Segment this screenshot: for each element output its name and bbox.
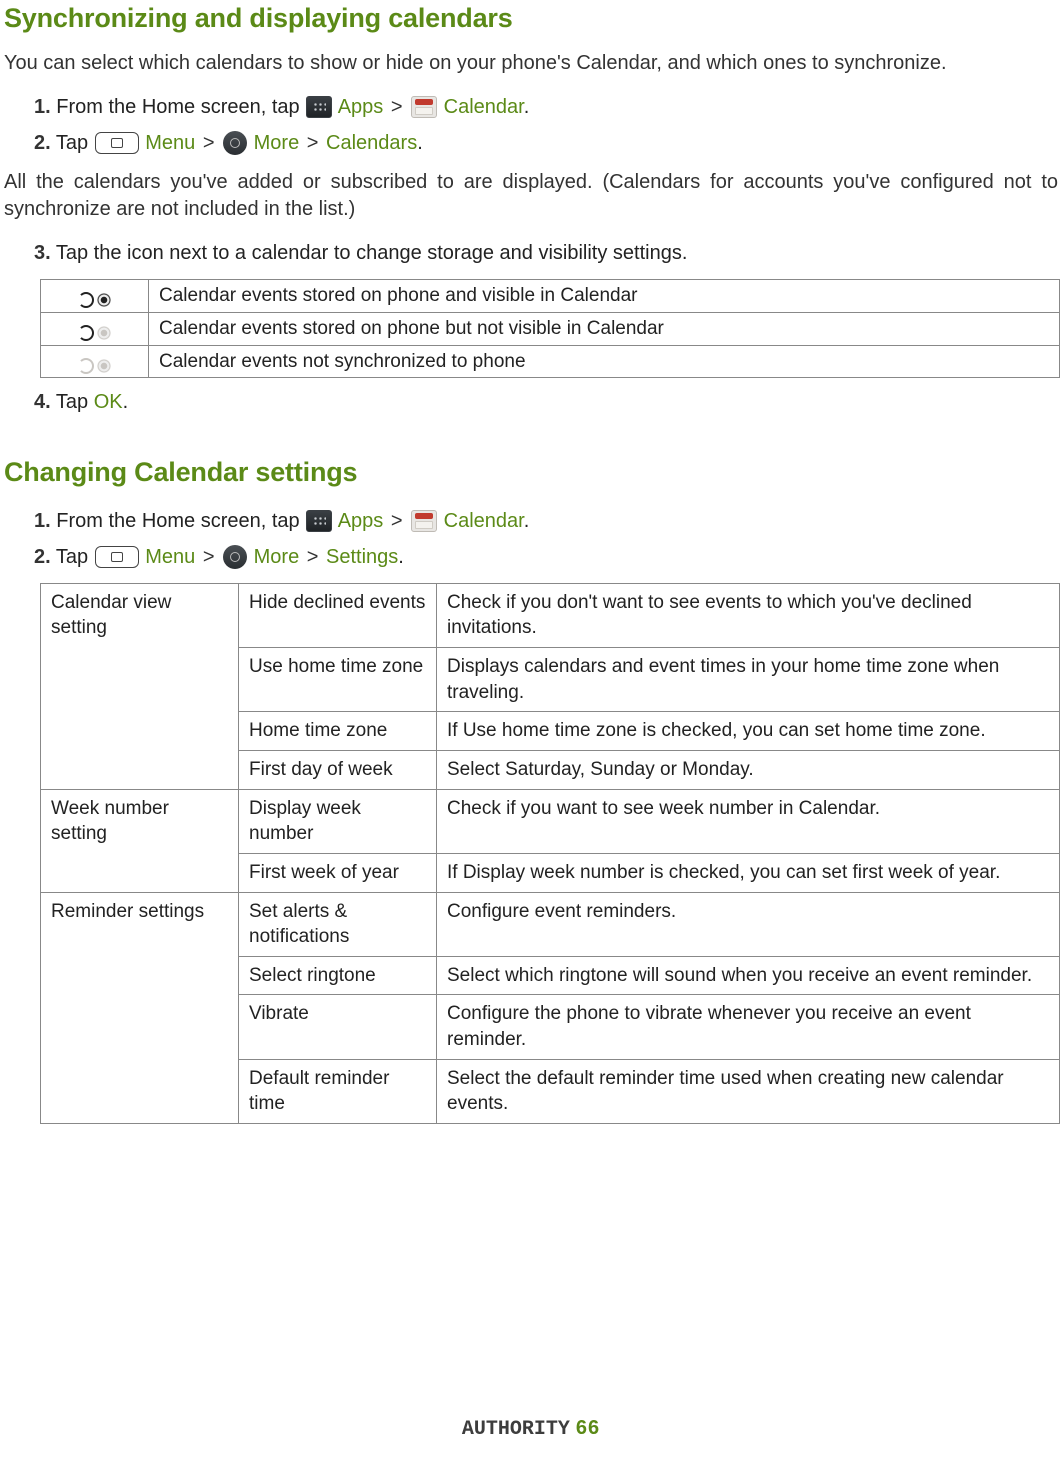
heading-sync: Synchronizing and displaying calendars — [4, 0, 1058, 36]
table-row: Calendar events not synchronized to phon… — [41, 345, 1060, 378]
breadcrumb-separator: > — [203, 132, 215, 154]
menu-icon — [95, 132, 139, 154]
step-text: From the Home screen, tap — [51, 510, 306, 532]
period: . — [123, 391, 129, 413]
option-name: Vibrate — [239, 995, 437, 1059]
step-4: 4. Tap OK. — [34, 386, 1058, 418]
paragraph-added-calendars: All the calendars you've added or subscr… — [4, 169, 1058, 223]
group-name: Reminder settings — [41, 892, 239, 1123]
step-2: 2. Tap Menu > More > Calendars. — [34, 127, 1058, 159]
option-name: Hide declined events — [239, 583, 437, 647]
apps-icon — [306, 96, 332, 118]
option-desc: Configure the phone to vibrate whenever … — [437, 995, 1060, 1059]
ok-link: OK — [94, 391, 123, 413]
step-number: 4. — [34, 391, 51, 413]
breadcrumb-separator: > — [391, 96, 403, 118]
steps-list-2: 1. From the Home screen, tap Apps > Cale… — [4, 505, 1058, 573]
status-desc: Calendar events stored on phone but not … — [149, 313, 1060, 346]
option-desc: Select Saturday, Sunday or Monday. — [437, 751, 1060, 790]
menu-link: Menu — [145, 546, 195, 568]
option-desc: Check if you want to see week number in … — [437, 789, 1060, 853]
step-number: 1. — [34, 510, 51, 532]
not-synced-icon — [75, 353, 115, 371]
breadcrumb-separator: > — [391, 510, 403, 532]
steps-list-1: 1. From the Home screen, tap Apps > Cale… — [4, 91, 1058, 159]
breadcrumb-separator: > — [203, 546, 215, 568]
step-number: 2. — [34, 546, 51, 568]
option-desc: Displays calendars and event times in yo… — [437, 648, 1060, 712]
table-row: Calendar view setting Hide declined even… — [41, 583, 1060, 647]
calendar-icon — [411, 510, 437, 532]
option-desc: Select the default reminder time used wh… — [437, 1059, 1060, 1123]
step-number: 3. — [34, 242, 51, 264]
option-desc: Configure event reminders. — [437, 892, 1060, 956]
more-icon — [223, 131, 247, 155]
breadcrumb-separator: > — [307, 132, 319, 154]
step-text: Tap — [51, 132, 94, 154]
step-number: 1. — [34, 96, 51, 118]
status-desc: Calendar events stored on phone and visi… — [149, 280, 1060, 313]
option-desc: Check if you don't want to see events to… — [437, 583, 1060, 647]
table-row: Calendar events stored on phone and visi… — [41, 280, 1060, 313]
step-number: 2. — [34, 132, 51, 154]
period: . — [398, 546, 404, 568]
sync-visible-icon — [75, 287, 115, 305]
page-footer: AUTHORITY 66 — [0, 1415, 1062, 1443]
group-name: Calendar view setting — [41, 583, 239, 789]
settings-link: Settings — [326, 546, 398, 568]
option-name: Home time zone — [239, 712, 437, 751]
apps-link: Apps — [338, 510, 384, 532]
status-icon-table: Calendar events stored on phone and visi… — [40, 279, 1060, 378]
step-1: 1. From the Home screen, tap Apps > Cale… — [34, 91, 1058, 123]
option-desc: Select which ringtone will sound when yo… — [437, 956, 1060, 995]
status-icon-cell — [41, 345, 149, 378]
sync-hidden-icon — [75, 320, 115, 338]
option-desc: If Use home time zone is checked, you ca… — [437, 712, 1060, 751]
apps-icon — [306, 510, 332, 532]
more-link: More — [248, 132, 299, 154]
status-icon-cell — [41, 280, 149, 313]
calendar-icon — [411, 96, 437, 118]
table-row: Calendar events stored on phone but not … — [41, 313, 1060, 346]
option-name: Use home time zone — [239, 648, 437, 712]
option-name: First day of week — [239, 751, 437, 790]
option-name: Display week number — [239, 789, 437, 853]
step-text: Tap — [51, 546, 94, 568]
table-row: Reminder settings Set alerts & notificat… — [41, 892, 1060, 956]
step-3: 3. Tap the icon next to a calendar to ch… — [34, 237, 1058, 269]
option-name: First week of year — [239, 853, 437, 892]
step-2: 2. Tap Menu > More > Settings. — [34, 541, 1058, 573]
option-name: Select ringtone — [239, 956, 437, 995]
period: . — [524, 510, 530, 532]
step-text: Tap the icon next to a calendar to chang… — [51, 242, 688, 264]
steps-list-1c: 4. Tap OK. — [4, 386, 1058, 418]
calendars-link: Calendars — [326, 132, 417, 154]
group-name: Week number setting — [41, 789, 239, 892]
step-text: From the Home screen, tap — [51, 96, 306, 118]
status-desc: Calendar events not synchronized to phon… — [149, 345, 1060, 378]
table-row: Week number setting Display week number … — [41, 789, 1060, 853]
option-name: Default reminder time — [239, 1059, 437, 1123]
status-icon-cell — [41, 313, 149, 346]
settings-table: Calendar view setting Hide declined even… — [40, 583, 1060, 1124]
more-link: More — [248, 546, 299, 568]
menu-link: Menu — [145, 132, 195, 154]
heading-changing-settings: Changing Calendar settings — [4, 454, 1058, 490]
step-1: 1. From the Home screen, tap Apps > Cale… — [34, 505, 1058, 537]
option-name: Set alerts & notifications — [239, 892, 437, 956]
period: . — [417, 132, 423, 154]
page-number: 66 — [576, 1417, 600, 1439]
menu-icon — [95, 546, 139, 568]
period: . — [524, 96, 530, 118]
intro-paragraph: You can select which calendars to show o… — [4, 50, 1058, 77]
option-desc: If Display week number is checked, you c… — [437, 853, 1060, 892]
apps-link: Apps — [338, 96, 384, 118]
footer-brand: AUTHORITY — [462, 1418, 570, 1441]
calendar-link: Calendar — [438, 96, 524, 118]
more-icon — [223, 545, 247, 569]
steps-list-1b: 3. Tap the icon next to a calendar to ch… — [4, 237, 1058, 269]
breadcrumb-separator: > — [307, 546, 319, 568]
step-text: Tap — [51, 391, 94, 413]
calendar-link: Calendar — [438, 510, 524, 532]
